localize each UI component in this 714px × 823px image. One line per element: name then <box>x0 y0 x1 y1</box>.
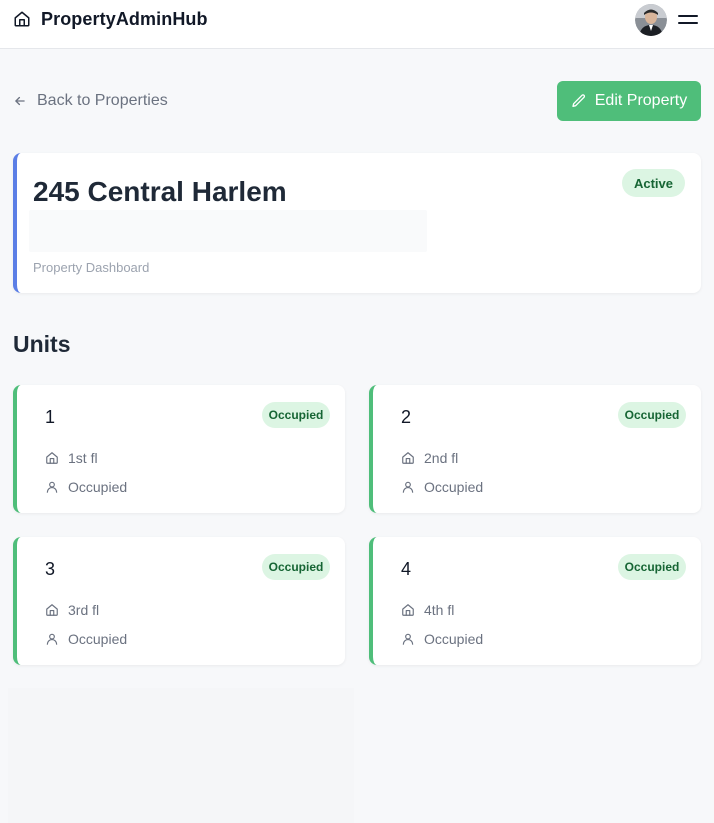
unit-number: 2 <box>401 407 412 427</box>
building-icon <box>402 452 414 464</box>
user-icon <box>46 481 58 493</box>
unit-floor-label: 4th fl <box>424 602 455 618</box>
back-link-label: Back to Properties <box>37 92 168 109</box>
unit-card[interactable]: 3 Occupied 3rd fl Occupied <box>13 537 345 665</box>
unit-floor-label: 3rd fl <box>68 602 100 618</box>
property-status-badge: Active <box>622 169 685 197</box>
edit-property-button[interactable]: Edit Property <box>557 81 701 121</box>
loading-placeholder <box>8 688 354 823</box>
unit-card[interactable]: 4 Occupied 4th fl Occupied <box>369 537 701 665</box>
arrow-left-icon <box>15 96 25 106</box>
brand[interactable]: PropertyAdminHub <box>13 8 208 30</box>
unit-floor: 4th fl <box>401 602 454 618</box>
back-to-properties-link[interactable]: Back to Properties <box>13 90 168 112</box>
unit-status-badge: Occupied <box>262 402 330 428</box>
unit-number: 3 <box>45 559 56 579</box>
building-icon <box>46 452 58 464</box>
unit-floor-label: 2nd fl <box>424 450 459 466</box>
edit-button-label: Edit Property <box>594 92 688 109</box>
unit-occupancy: Occupied <box>45 631 127 647</box>
unit-status-badge: Occupied <box>618 554 686 580</box>
building-icon <box>402 604 414 616</box>
property-details-placeholder <box>29 210 427 252</box>
unit-status-badge: Occupied <box>262 554 330 580</box>
app-name: PropertyAdminHub <box>41 8 208 29</box>
unit-occupancy: Occupied <box>401 479 483 495</box>
user-icon <box>402 633 414 645</box>
home-icon <box>14 11 30 27</box>
user-icon <box>46 633 58 645</box>
property-subtitle: Property Dashboard <box>33 260 150 275</box>
unit-occupancy: Occupied <box>45 479 127 495</box>
unit-card[interactable]: 2 Occupied 2nd fl Occupied <box>369 385 701 513</box>
avatar[interactable] <box>635 4 667 36</box>
unit-occupancy-label: Occupied <box>424 631 484 647</box>
unit-occupancy-label: Occupied <box>68 479 128 495</box>
unit-number: 1 <box>45 407 56 427</box>
unit-occupancy: Occupied <box>401 631 483 647</box>
user-icon <box>402 481 414 493</box>
unit-occupancy-label: Occupied <box>424 479 484 495</box>
property-title: 245 Central Harlem <box>33 176 287 207</box>
building-icon <box>46 604 58 616</box>
unit-number: 4 <box>401 559 412 579</box>
user-avatar-image <box>635 4 667 36</box>
unit-floor-label: 1st fl <box>68 450 98 466</box>
top-navigation-bar: PropertyAdminHub <box>0 0 714 49</box>
hamburger-menu-icon[interactable] <box>678 12 698 26</box>
pencil-icon <box>572 94 585 107</box>
unit-floor: 2nd fl <box>401 450 458 466</box>
unit-occupancy-label: Occupied <box>68 631 128 647</box>
property-summary-card: 245 Central Harlem Property Dashboard Ac… <box>13 153 701 293</box>
unit-floor: 3rd fl <box>45 602 99 618</box>
unit-floor: 1st fl <box>45 450 98 466</box>
units-heading: Units <box>13 331 71 357</box>
unit-status-badge: Occupied <box>618 402 686 428</box>
unit-card[interactable]: 1 Occupied 1st fl Occupied <box>13 385 345 513</box>
